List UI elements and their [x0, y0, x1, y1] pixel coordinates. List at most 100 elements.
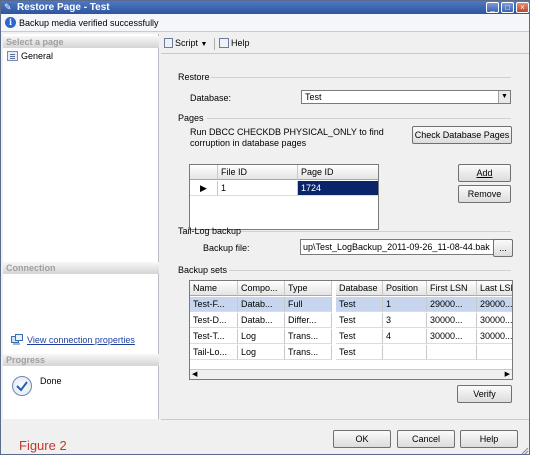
- figure-label: Figure 2: [19, 438, 67, 453]
- main-pane: Script ▼ Help Restore Database: Test ▼ P…: [161, 34, 529, 419]
- column-header-type[interactable]: Type: [285, 281, 332, 296]
- file-id-cell[interactable]: 1: [218, 181, 298, 196]
- column-header-last-lsn[interactable]: Last LSN: [477, 281, 512, 296]
- check-database-pages-button[interactable]: Check Database Pages: [412, 126, 512, 144]
- table-cell[interactable]: 30000...: [427, 313, 477, 328]
- table-cell[interactable]: Full: [285, 297, 332, 312]
- add-button[interactable]: Add: [458, 164, 511, 182]
- page-id-cell[interactable]: 1724: [298, 181, 378, 196]
- minimize-button[interactable]: _: [486, 2, 499, 13]
- column-header-position[interactable]: Position: [383, 281, 427, 296]
- add-label: Add: [476, 168, 493, 178]
- pages-grid[interactable]: File ID Page ID ▶ 1 1724: [189, 164, 379, 230]
- cancel-button[interactable]: Cancel: [397, 430, 455, 448]
- table-cell[interactable]: 30000...: [477, 329, 512, 344]
- table-cell[interactable]: 4: [383, 329, 427, 344]
- table-cell[interactable]: 1: [383, 297, 427, 312]
- toolbar-separator: [214, 38, 215, 50]
- database-select[interactable]: Test ▼: [301, 90, 511, 104]
- pages-description: Run DBCC CHECKDB PHYSICAL_ONLY to find c…: [190, 127, 384, 148]
- table-cell[interactable]: Test-D...: [190, 313, 238, 328]
- view-connection-properties-link[interactable]: View connection properties: [27, 335, 135, 345]
- help-button[interactable]: Help: [460, 430, 518, 448]
- column-header-database[interactable]: Database: [336, 281, 383, 296]
- column-header-first-lsn[interactable]: First LSN: [427, 281, 477, 296]
- status-message: Backup media verified successfully: [19, 18, 159, 28]
- resize-grip-icon[interactable]: [521, 447, 529, 455]
- table-cell[interactable]: Trans...: [285, 345, 332, 360]
- close-button[interactable]: ×: [516, 2, 529, 13]
- column-header-component[interactable]: Compo...: [238, 281, 285, 296]
- divider: [229, 270, 511, 271]
- table-cell[interactable]: Test: [336, 297, 383, 312]
- check-database-pages-label: Check Database Pages: [414, 130, 510, 140]
- database-label: Database:: [190, 93, 232, 103]
- horizontal-scrollbar[interactable]: ◀ ▶: [190, 369, 512, 379]
- table-cell[interactable]: Log: [238, 329, 285, 344]
- verify-button[interactable]: Verify: [457, 385, 512, 403]
- table-cell[interactable]: Test: [336, 313, 383, 328]
- tail-log-group-label: Tail-Log backup: [178, 226, 242, 236]
- table-cell[interactable]: Tail-Lo...: [190, 345, 238, 360]
- table-cell[interactable]: Test-T...: [190, 329, 238, 344]
- divider: [211, 77, 511, 78]
- column-header-file-id[interactable]: File ID: [218, 165, 298, 180]
- title-bar: ✎ Restore Page - Test _ □ ×: [1, 1, 529, 14]
- backup-file-field[interactable]: up\Test_LogBackup_2011-09-26_11-08-44.ba…: [300, 239, 512, 255]
- table-cell[interactable]: Test: [336, 329, 383, 344]
- button-bar: OK Cancel Help: [161, 419, 529, 454]
- page-item-label: General: [21, 51, 54, 61]
- scroll-left-icon[interactable]: ◀: [192, 370, 197, 379]
- divider: [241, 231, 511, 232]
- row-header-corner: [190, 165, 218, 180]
- table-cell[interactable]: 3: [383, 313, 427, 328]
- table-cell[interactable]: 29000...: [427, 297, 477, 312]
- column-header-name[interactable]: Name: [190, 281, 238, 296]
- toolbar: Script ▼ Help: [161, 34, 529, 54]
- scroll-right-icon[interactable]: ▶: [505, 370, 510, 379]
- window-title: Restore Page - Test: [17, 2, 110, 13]
- table-cell[interactable]: 30000...: [427, 329, 477, 344]
- verify-label: Verify: [473, 389, 496, 399]
- remove-button[interactable]: Remove: [458, 185, 511, 203]
- select-page-header: Select a page: [3, 36, 159, 48]
- table-cell[interactable]: [383, 345, 427, 360]
- table-cell[interactable]: [477, 345, 512, 360]
- left-pane: Select a page General Connection View co…: [3, 34, 159, 419]
- page-icon: [7, 51, 18, 61]
- database-value: Test: [305, 92, 322, 102]
- help-label: Help: [231, 38, 250, 48]
- chevron-down-icon[interactable]: ▼: [498, 91, 510, 103]
- help-toolbar-button[interactable]: Help: [219, 38, 250, 48]
- connection-icon: [11, 334, 23, 345]
- table-cell[interactable]: Test: [336, 345, 383, 360]
- restore-page-dialog: ✎ Restore Page - Test _ □ × i Backup med…: [0, 0, 530, 455]
- maximize-button[interactable]: □: [501, 2, 514, 13]
- remove-label: Remove: [467, 189, 502, 199]
- backup-file-label: Backup file:: [203, 243, 250, 253]
- table-cell[interactable]: [427, 345, 477, 360]
- script-icon: [164, 38, 173, 48]
- table-cell[interactable]: Differ...: [285, 313, 332, 328]
- backup-sets-grid[interactable]: Name Compo... Type Database Position Fir…: [189, 280, 513, 380]
- progress-header: Progress: [3, 354, 159, 366]
- restore-group-label: Restore: [178, 72, 210, 82]
- backup-sets-group-label: Backup sets: [178, 265, 228, 275]
- table-cell[interactable]: Trans...: [285, 329, 332, 344]
- script-button[interactable]: Script ▼: [164, 38, 207, 48]
- table-cell[interactable]: Test-F...: [190, 297, 238, 312]
- table-cell[interactable]: Datab...: [238, 297, 285, 312]
- pages-group-label: Pages: [178, 113, 204, 123]
- restore-icon: ✎: [4, 2, 12, 12]
- column-header-page-id[interactable]: Page ID: [298, 165, 378, 180]
- browse-button[interactable]: ...: [493, 239, 513, 257]
- progress-status: Done: [40, 376, 62, 386]
- table-cell[interactable]: 30000...: [477, 313, 512, 328]
- table-cell[interactable]: Log: [238, 345, 285, 360]
- ok-button[interactable]: OK: [333, 430, 391, 448]
- connection-header: Connection: [3, 262, 159, 274]
- help-icon: [219, 38, 229, 48]
- table-cell[interactable]: 29000...: [477, 297, 512, 312]
- table-cell[interactable]: Datab...: [238, 313, 285, 328]
- chevron-down-icon[interactable]: ▼: [201, 41, 208, 48]
